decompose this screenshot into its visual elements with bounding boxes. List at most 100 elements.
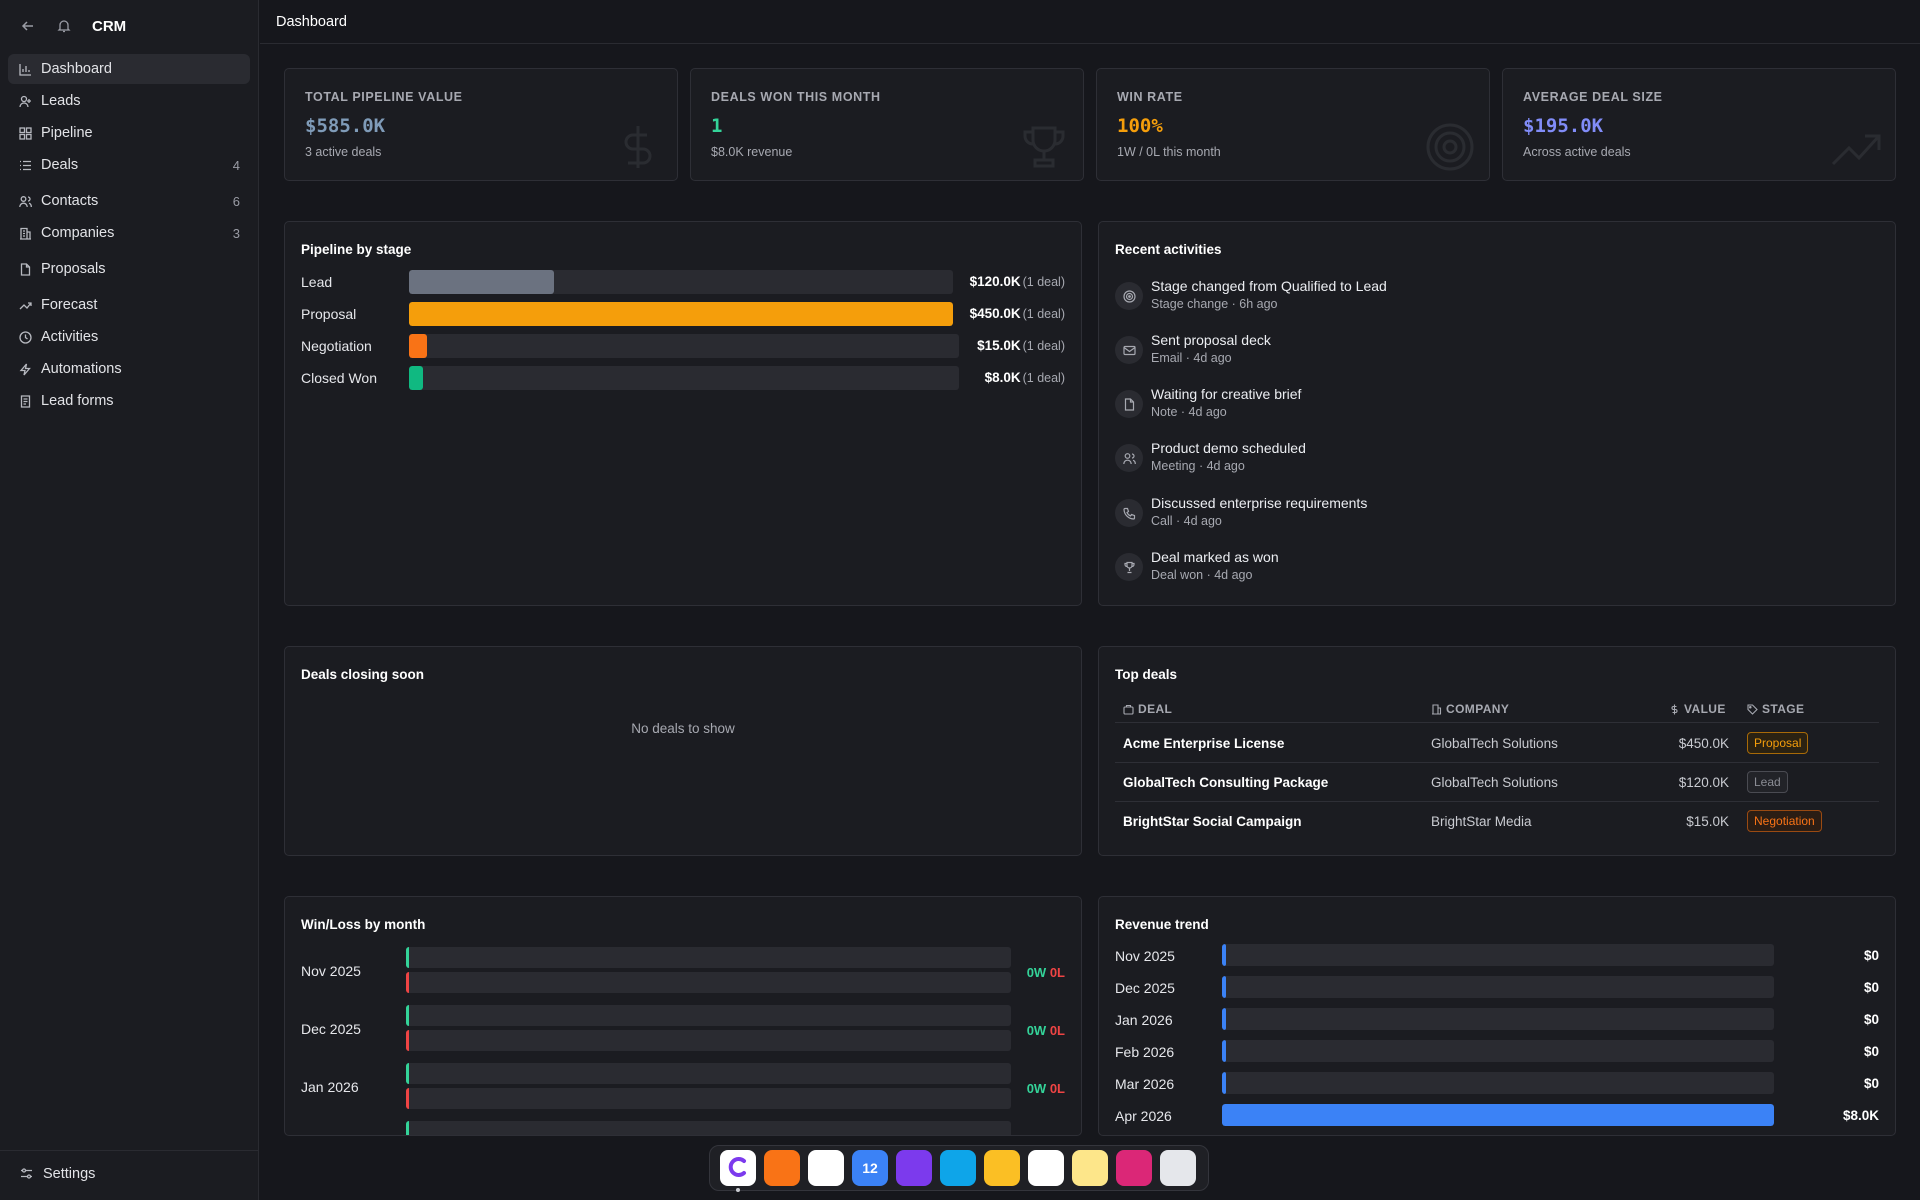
settings-button[interactable]: Settings [20,1166,95,1182]
column-header-stage[interactable]: STAGE [1747,702,1804,716]
pipeline-row[interactable]: Negotiation $15.0K (1 deal) [301,334,1065,358]
deal-name[interactable]: GlobalTech Consulting Package [1123,775,1328,790]
activity-item[interactable]: Product demo scheduled Meeting · 4d ago [1115,440,1879,480]
sidebar-item-dashboard[interactable]: Dashboard [8,54,250,84]
calendar-app[interactable]: 12 [852,1150,888,1186]
sidebar-item-deals[interactable]: Deals 4 [8,150,250,180]
sidebar-item-leads[interactable]: Leads [8,86,250,116]
trend-icon [18,298,32,312]
sidebar-item-forecast[interactable]: Forecast [8,290,250,320]
revenue-bar-fill [1222,1008,1226,1030]
affinity-app[interactable] [764,1150,800,1186]
activity-meta: Call · 4d ago [1151,514,1222,528]
calendar-date: 12 [862,1160,878,1176]
note-icon [1115,390,1143,418]
column-header-deal[interactable]: DEAL [1123,702,1172,716]
revenue-row[interactable]: Nov 2025 $0 [1115,944,1879,968]
month-label: Dec 2025 [1115,980,1175,996]
notes-app[interactable] [896,1150,932,1186]
revenue-row[interactable]: Mar 2026 $0 [1115,1072,1879,1096]
preview-app[interactable] [940,1150,976,1186]
column-header-value[interactable]: VALUE [1669,702,1726,716]
folder-app[interactable] [984,1150,1020,1186]
kpi-value: $585.0K [305,115,386,137]
sidebar-item-companies[interactable]: Companies 3 [8,218,250,248]
table-row[interactable]: Acme Enterprise License GlobalTech Solut… [1115,724,1879,763]
revenue-bar-fill [1222,1072,1226,1094]
column-header-label: VALUE [1684,702,1726,716]
win-loss-row[interactable]: Jan 2026 0W 0L [301,1063,1065,1111]
sidebar-item-contacts[interactable]: Contacts 6 [8,186,250,216]
kpi-card-average-deal-size: AVERAGE DEAL SIZE $195.0K Across active … [1502,68,1896,181]
column-header-label: DEAL [1138,702,1173,716]
stage-label: Lead [301,274,333,290]
sidebar-item-pipeline[interactable]: Pipeline [8,118,250,148]
app-title: CRM [92,17,127,35]
lost-bar [406,1088,1011,1109]
revenue-trend-panel: Revenue trend Nov 2025 $0 Dec 2025 $0 Jan 20… [1098,896,1896,1136]
reminders-app[interactable] [1028,1150,1064,1186]
activity-item[interactable]: Deal marked as won Deal won · 4d ago [1115,549,1879,589]
revenue-bar-fill [1222,1040,1226,1062]
empty-state: No deals to show [631,721,735,736]
won-bar [406,947,1011,968]
pages-app[interactable] [808,1150,844,1186]
stage-badge: Proposal [1747,732,1809,754]
win-loss-row[interactable]: Dec 2025 0W 0L [301,1005,1065,1053]
revenue-bar-track [1222,1104,1774,1126]
breadcrumb: Dashboard [276,14,347,30]
activity-item[interactable]: Sent proposal deck Email · 4d ago [1115,332,1879,372]
finder-app[interactable] [1072,1150,1108,1186]
revenue-bar-track [1222,944,1774,966]
activity-item[interactable]: Waiting for creative brief Note · 4d ago [1115,386,1879,426]
win-loss-row[interactable]: Nov 2025 0W 0L [301,947,1065,995]
users-icon [1115,444,1143,472]
pipeline-row[interactable]: Proposal $450.0K (1 deal) [301,302,1065,326]
sidebar-item-label: Pipeline [41,125,93,141]
revenue-row[interactable]: Apr 2026 $8.0K [1115,1104,1879,1128]
stage-deal-count: (1 deal) [1022,307,1065,321]
back-arrow-icon[interactable] [20,18,36,34]
freeform-app[interactable] [1116,1150,1152,1186]
pipeline-row[interactable]: Closed Won $8.0K (1 deal) [301,366,1065,390]
sidebar-item-lead-forms[interactable]: Lead forms [8,386,250,416]
column-header-company[interactable]: COMPANY [1431,702,1509,716]
sidebar-item-label: Automations [41,361,122,377]
kpi-sub: 3 active deals [305,145,382,159]
settings-label: Settings [43,1166,96,1182]
kpi-sub: Across active deals [1523,145,1631,159]
pipeline-row[interactable]: Lead $120.0K (1 deal) [301,270,1065,294]
phone-icon [1115,499,1143,527]
sidebar-item-label: Proposals [41,261,106,277]
sidebar-item-proposals[interactable]: Proposals [8,254,250,284]
panel-title: Win/Loss by month [301,917,426,932]
briefcase-icon [1123,704,1134,715]
sidebar-item-activities[interactable]: Activities [8,322,250,352]
kpi-value: 1 [711,115,723,137]
revenue-row[interactable]: Feb 2026 $0 [1115,1040,1879,1064]
companies-count: 3 [232,225,240,241]
sidebar-footer: Settings [0,1150,258,1200]
revenue-row[interactable]: Jan 2026 $0 [1115,1008,1879,1032]
settings-app[interactable] [1160,1150,1196,1186]
activity-item[interactable]: Stage changed from Qualified to Lead Sta… [1115,278,1879,318]
month-label: Jan 2026 [1115,1012,1173,1028]
deal-name[interactable]: BrightStar Social Campaign [1123,814,1302,829]
sidebar-item-automations[interactable]: Automations [8,354,250,384]
revenue-value: $8.0K [1842,1108,1879,1123]
deal-value: $450.0K [1678,736,1729,751]
table-row[interactable]: BrightStar Social Campaign BrightStar Me… [1115,802,1879,841]
deal-name[interactable]: Acme Enterprise License [1123,736,1284,751]
claude-app[interactable] [720,1150,756,1192]
activity-item[interactable]: Discussed enterprise requirements Call ·… [1115,495,1879,535]
table-row[interactable]: GlobalTech Consulting Package GlobalTech… [1115,763,1879,802]
win-loss-result: 0W 0L [1027,965,1065,980]
bell-icon[interactable] [56,18,72,34]
revenue-row[interactable]: Dec 2025 $0 [1115,976,1879,1000]
stage-amount: $8.0K [984,370,1021,385]
stage-bar-track [409,270,953,294]
file-icon [18,262,32,276]
stage-label: Closed Won [301,370,378,386]
win-loss-result: 0W 0L [1027,1081,1065,1096]
panel-title: Pipeline by stage [301,242,412,257]
